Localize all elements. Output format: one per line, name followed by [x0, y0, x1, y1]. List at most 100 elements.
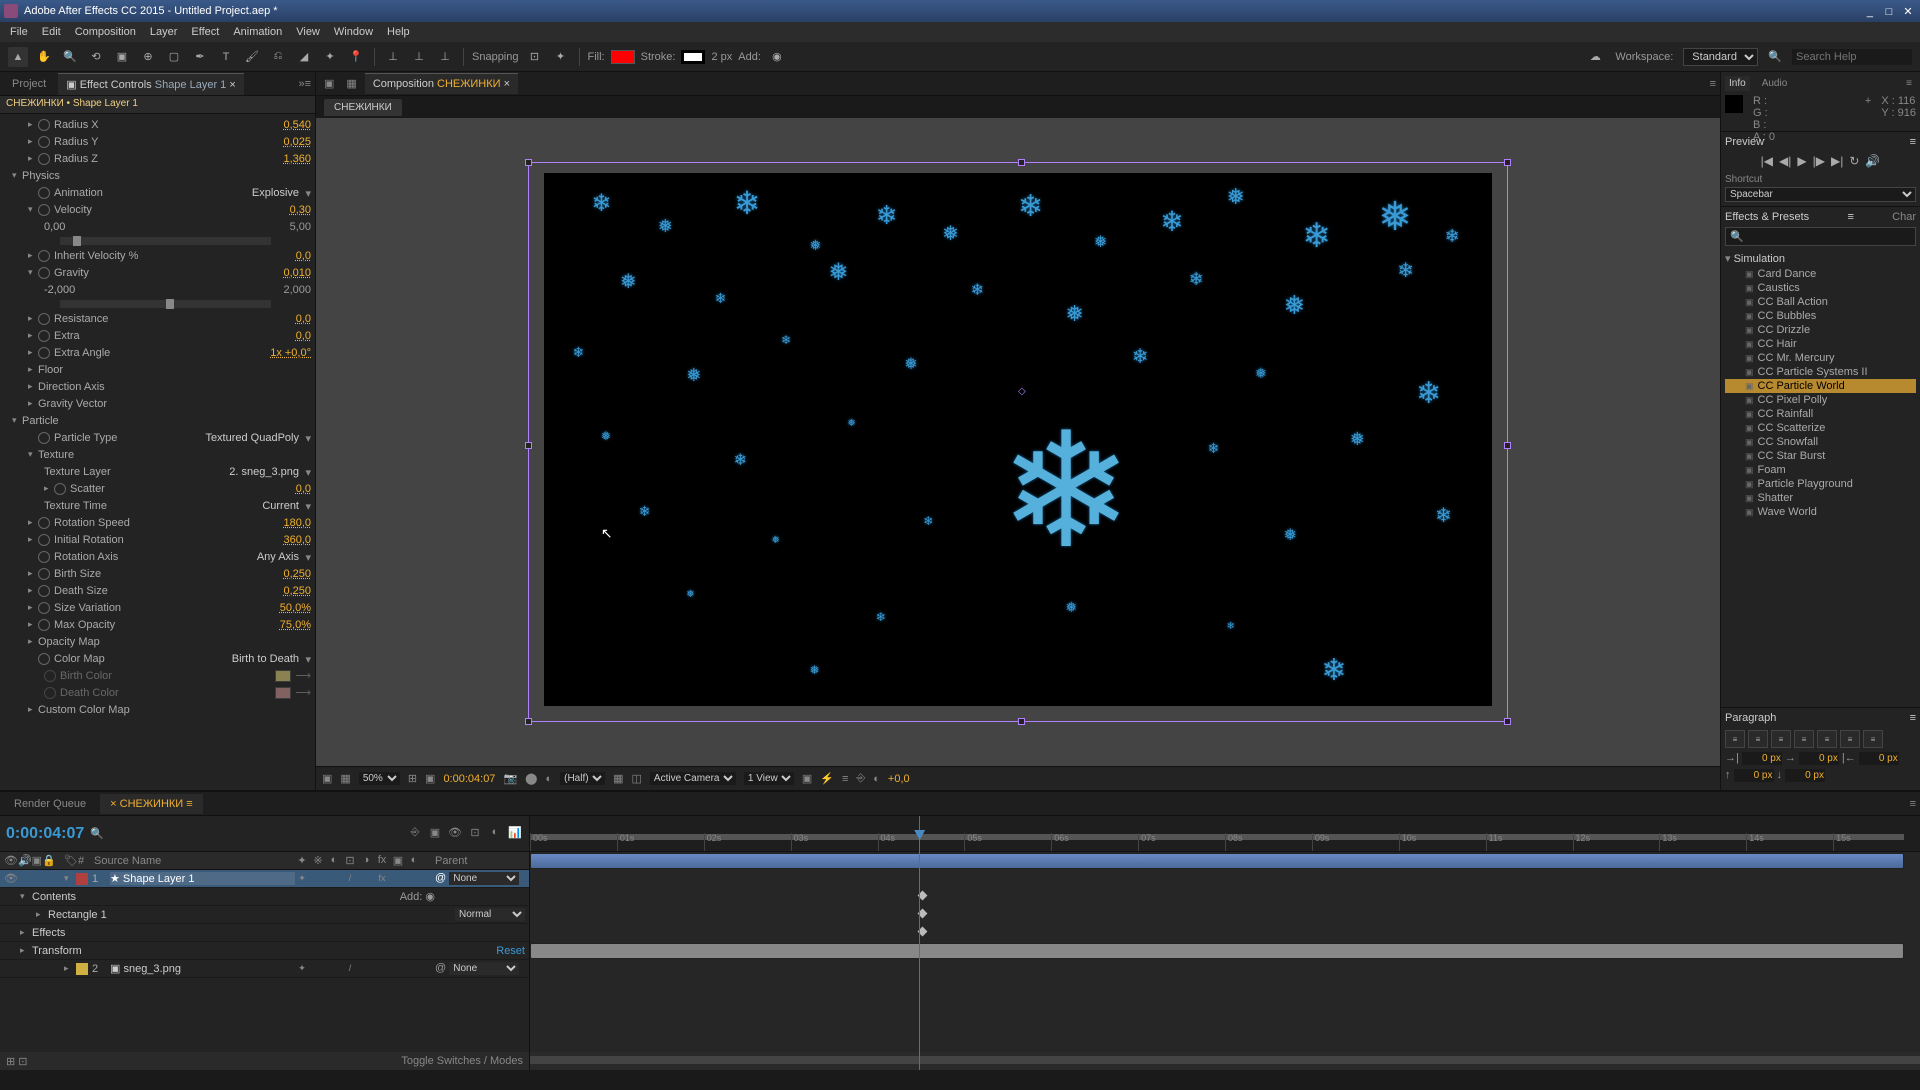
gravity-slider[interactable] [60, 300, 271, 308]
clone-tool[interactable]: ⎌ [268, 47, 288, 67]
comp-snapshot-icon[interactable]: ▦ [342, 77, 360, 90]
add-button[interactable]: ◉ [767, 47, 787, 67]
close-tab-icon[interactable]: × [504, 78, 510, 90]
reset-button[interactable]: Reset [496, 945, 525, 957]
effect-item[interactable]: Caustics [1725, 281, 1916, 295]
effect-item[interactable]: Foam [1725, 463, 1916, 477]
layer-bounds[interactable]: ❄❅❄❅❄❅❄❅❄❅❄❅❄ ❅❄❅❄❅❄❅❄ ❄❅❄❅❄❅❄ ❅❄❅❄❅ ❄❅❄… [528, 162, 1508, 722]
toggle-switches-button[interactable]: Toggle Switches / Modes [401, 1055, 523, 1067]
effect-item[interactable]: CC Ball Action [1725, 295, 1916, 309]
align-right-button[interactable]: ≡ [1771, 730, 1791, 748]
pickwhip-icon[interactable]: @ [435, 962, 446, 974]
tab-audio[interactable]: Audio [1758, 76, 1792, 91]
mute-button[interactable]: 🔊 [1865, 154, 1880, 168]
close-tab-icon[interactable]: × [229, 79, 235, 91]
camera-tool[interactable]: ▣ [112, 47, 132, 67]
timeline-search-icon[interactable]: 🔍 [90, 827, 104, 840]
pen-tool[interactable]: ✒ [190, 47, 210, 67]
panel-menu-icon[interactable]: ≡ [1902, 76, 1916, 91]
indent-first-input[interactable] [1799, 752, 1839, 765]
velocity-slider[interactable] [60, 237, 271, 245]
tab-timeline-comp[interactable]: × СНЕЖИНКИ ≡ [100, 794, 203, 814]
last-frame-button[interactable]: ▶| [1831, 154, 1843, 168]
layer-effects[interactable]: ▸Effects [0, 924, 529, 942]
effects-list[interactable]: Simulation Card DanceCausticsCC Ball Act… [1725, 250, 1916, 703]
animation-dropdown[interactable]: Explosive [252, 187, 311, 199]
justify-right-button[interactable]: ≡ [1840, 730, 1860, 748]
shortcut-select[interactable]: Spacebar [1725, 187, 1916, 202]
roi-icon[interactable]: ▣ [425, 772, 435, 785]
effect-item[interactable]: CC Star Burst [1725, 449, 1916, 463]
color-mgmt-icon[interactable]: ◐ [545, 773, 552, 785]
layer-color-label[interactable] [76, 963, 88, 975]
loop-button[interactable]: ↻ [1849, 154, 1859, 168]
axis-world-icon[interactable]: ⊥ [409, 47, 429, 67]
effect-item[interactable]: CC Rainfall [1725, 407, 1916, 421]
add-shape-button[interactable]: ◉ [425, 891, 435, 903]
effect-item[interactable]: Particle Playground [1725, 477, 1916, 491]
next-frame-button[interactable]: |▶ [1813, 154, 1825, 168]
maximize-button[interactable]: □ [1881, 6, 1897, 18]
rectangle-tool[interactable]: ▢ [164, 47, 184, 67]
menu-composition[interactable]: Composition [69, 24, 142, 40]
comp-flowchart-icon[interactable]: ⎆ [856, 772, 865, 785]
timeline-tracks[interactable] [530, 852, 1920, 1052]
menu-view[interactable]: View [290, 24, 326, 40]
flowchart-tab[interactable]: СНЕЖИНКИ [324, 99, 402, 116]
menu-effect[interactable]: Effect [185, 24, 225, 40]
stroke-width[interactable]: 2 px [711, 51, 732, 63]
parent-select[interactable]: None [449, 962, 519, 975]
twirl-icon[interactable]: ▾ [64, 873, 76, 884]
align-center-button[interactable]: ≡ [1748, 730, 1768, 748]
tab-effect-controls[interactable]: ▣ Effect Controls Shape Layer 1 × [58, 73, 244, 95]
layer-bar-1[interactable] [530, 853, 1904, 869]
blend-mode-select[interactable]: Normal [455, 908, 525, 921]
stopwatch-icon[interactable] [38, 119, 50, 131]
tab-composition[interactable]: Composition СНЕЖИНКИ × [365, 73, 518, 94]
always-preview-icon[interactable]: ▣ [322, 772, 332, 785]
pan-behind-tool[interactable]: ⊕ [138, 47, 158, 67]
stroke-color-swatch[interactable] [681, 50, 705, 64]
close-button[interactable]: ✕ [1900, 5, 1916, 18]
effect-item[interactable]: CC Scatterize [1725, 421, 1916, 435]
close-tab-icon[interactable]: × [110, 798, 119, 810]
minimize-button[interactable]: _ [1862, 6, 1878, 18]
brush-tool[interactable]: 🖌 [242, 47, 262, 67]
zoom-select[interactable]: 50% [359, 772, 400, 785]
time-navigator[interactable] [530, 1052, 1920, 1070]
first-frame-button[interactable]: |◀ [1761, 154, 1773, 168]
layer-color-label[interactable] [76, 873, 88, 885]
mask-icon[interactable]: ◫ [632, 772, 642, 785]
space-after-input[interactable] [1785, 769, 1825, 782]
panel-menu-icon[interactable]: ≡ [1910, 136, 1916, 148]
roto-tool[interactable]: ✦ [320, 47, 340, 67]
layer-contents[interactable]: ▾ContentsAdd: ◉ [0, 888, 529, 906]
comp-mini-flowchart-icon[interactable]: ⎆ [407, 826, 423, 842]
timeline-icon[interactable]: ≡ [842, 773, 848, 785]
layer-transform[interactable]: ▸TransformReset [0, 942, 529, 960]
prev-frame-button[interactable]: ◀| [1779, 154, 1791, 168]
motion-blur-icon[interactable]: ◐ [487, 826, 503, 842]
tab-project[interactable]: Project [4, 74, 54, 94]
guides-icon[interactable]: ▦ [613, 772, 623, 785]
effect-item[interactable]: CC Hair [1725, 337, 1916, 351]
axis-view-icon[interactable]: ⊥ [435, 47, 455, 67]
category-simulation[interactable]: Simulation [1725, 250, 1916, 267]
space-before-input[interactable] [1734, 769, 1774, 782]
layer-rectangle[interactable]: ▸Rectangle 1Normal [0, 906, 529, 924]
effect-item[interactable]: CC Particle Systems II [1725, 365, 1916, 379]
parent-select[interactable]: None [449, 872, 519, 885]
frame-blend-icon[interactable]: ⊡ [467, 826, 483, 842]
justify-all-button[interactable]: ≡ [1863, 730, 1883, 748]
tab-info[interactable]: Info [1725, 76, 1750, 91]
layer-row-1[interactable]: 👁 ▾ 1 ★ Shape Layer 1 ✦/fx @ None [0, 870, 529, 888]
tab-character[interactable]: Char [1892, 211, 1916, 223]
zoom-tool[interactable]: 🔍 [60, 47, 80, 67]
panel-menu-icon[interactable]: »≡ [298, 78, 311, 90]
effect-item[interactable]: Card Dance [1725, 267, 1916, 281]
panel-menu-icon[interactable]: ≡ [1910, 798, 1916, 810]
stroke-label[interactable]: Stroke: [641, 51, 676, 63]
pixel-aspect-icon[interactable]: ▣ [802, 772, 812, 785]
search-help-input[interactable] [1792, 49, 1912, 65]
eraser-tool[interactable]: ◢ [294, 47, 314, 67]
